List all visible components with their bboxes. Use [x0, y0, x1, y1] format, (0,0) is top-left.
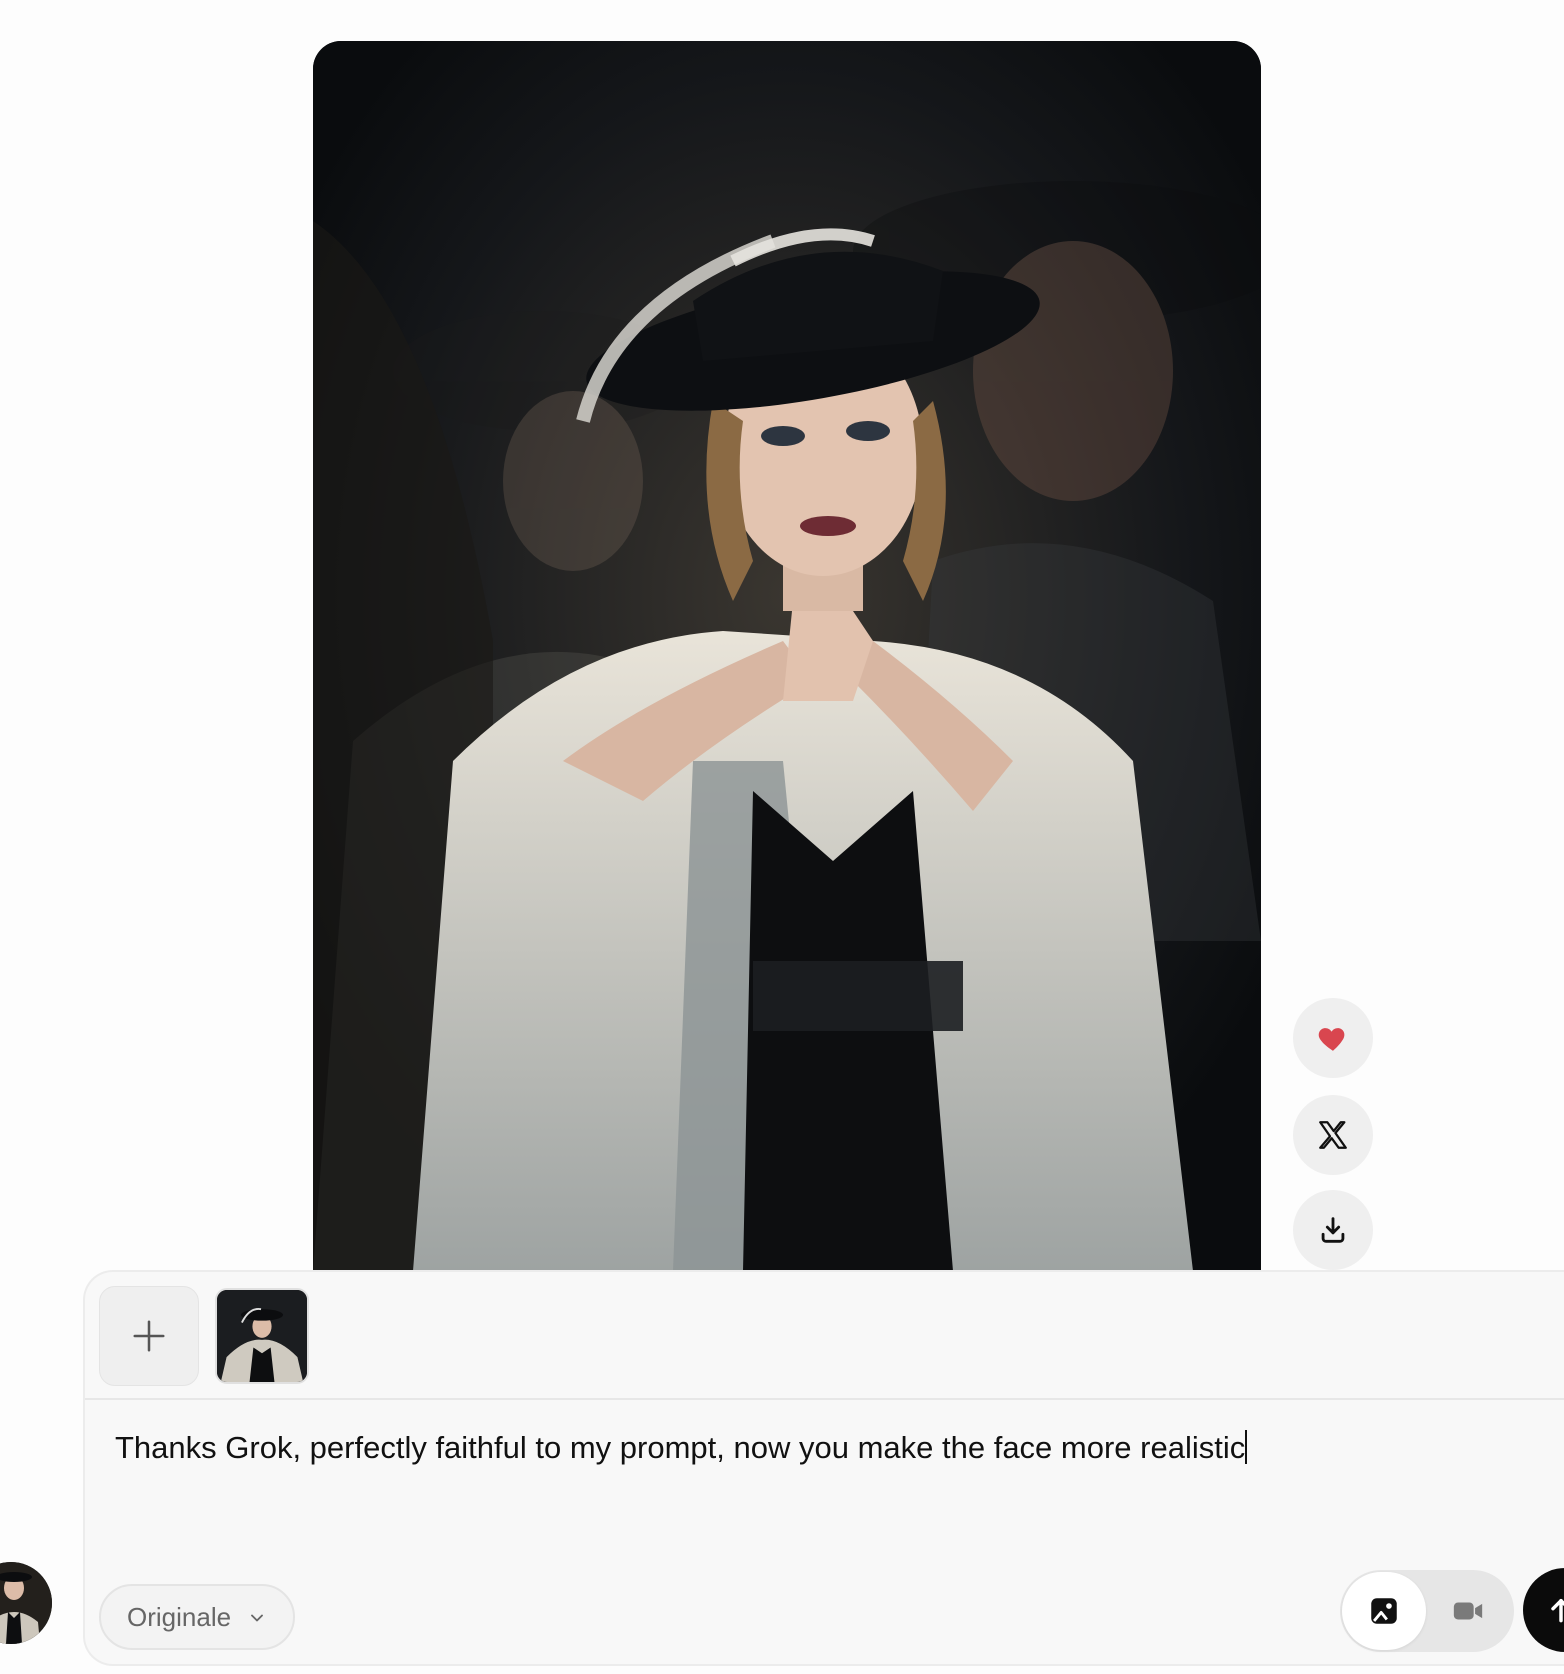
text-caret: [1245, 1430, 1248, 1464]
video-camera-icon: [1453, 1602, 1483, 1620]
chevron-down-icon: [251, 1614, 263, 1622]
attachment-row: [85, 1272, 1564, 1400]
heart-icon: [1318, 1028, 1345, 1051]
like-button[interactable]: [1293, 998, 1373, 1078]
prompt-composer: Thanks Grok, perfectly faithful to my pr…: [83, 1270, 1564, 1666]
image-icon: [1371, 1598, 1397, 1624]
download-icon: [1321, 1217, 1345, 1243]
share-x-button[interactable]: [1293, 1095, 1373, 1175]
add-attachment-button[interactable]: [99, 1286, 199, 1386]
attached-image-thumbnail[interactable]: [215, 1288, 309, 1384]
prompt-input[interactable]: Thanks Grok, perfectly faithful to my pr…: [115, 1420, 1315, 1476]
video-mode-option[interactable]: [1426, 1572, 1510, 1650]
media-mode-toggle: [1340, 1570, 1514, 1652]
x-logo-icon: [1319, 1121, 1347, 1149]
generated-image[interactable]: [313, 41, 1261, 1271]
avatar[interactable]: [0, 1562, 52, 1644]
prompt-input-text: Thanks Grok, perfectly faithful to my pr…: [115, 1430, 1246, 1465]
plus-icon: [133, 1320, 165, 1352]
image-mode-option[interactable]: [1342, 1572, 1426, 1650]
style-select[interactable]: Originale: [99, 1584, 295, 1650]
download-button[interactable]: [1293, 1190, 1373, 1270]
arrow-up-icon: [1551, 1598, 1564, 1623]
style-select-value: Originale: [127, 1601, 232, 1632]
